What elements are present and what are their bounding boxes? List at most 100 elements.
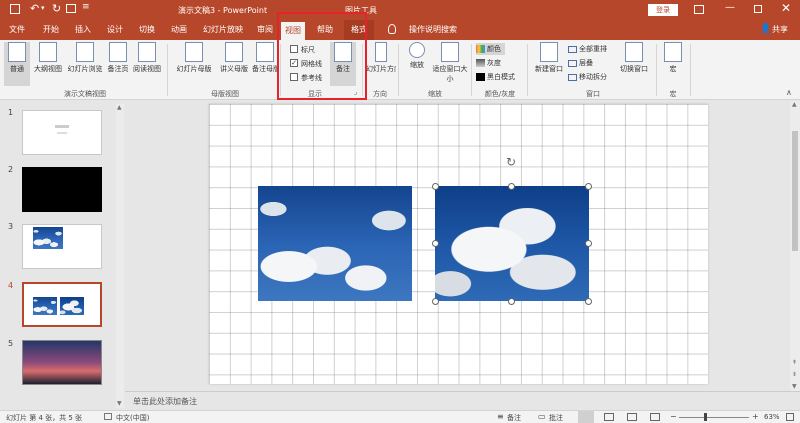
resize-handle-top-right[interactable] — [585, 183, 592, 190]
tab-review[interactable]: 审阅 — [252, 20, 278, 40]
grayscale-mode-button[interactable]: 灰度 — [476, 57, 501, 69]
slide-thumbnail-pane: 1 2 3 4 5 — [0, 101, 124, 410]
notes-toggle-icon[interactable]: ≡ — [497, 412, 504, 421]
spell-check-icon[interactable] — [104, 413, 112, 420]
slide-sorter-button[interactable]: 幻灯片浏览 — [66, 42, 104, 74]
editor-vertical-scrollbar[interactable]: ▲ ⇞ ⇟ ▼ — [790, 101, 800, 391]
notes-placeholder[interactable]: 单击此处添加备注 — [133, 396, 197, 407]
ribbon-display-options-icon[interactable] — [694, 5, 704, 14]
share-button[interactable]: 共享 — [770, 20, 790, 40]
notes-page-icon — [109, 42, 127, 62]
reading-view-button[interactable]: 阅读视图 — [132, 42, 162, 74]
slide-orientation-button[interactable]: 幻灯片方向 — [366, 42, 396, 74]
move-split-button[interactable]: 移动拆分 — [568, 71, 607, 83]
scrollbar-thumb[interactable] — [792, 131, 798, 251]
cloud-image-left[interactable] — [258, 186, 412, 301]
slide-thumbnail-4-selected[interactable] — [22, 282, 102, 327]
tab-slideshow[interactable]: 幻灯片放映 — [198, 20, 248, 40]
ribbon-tab-bar: 文件 开始 插入 设计 切换 动画 幻灯片放映 审阅 视图 帮助 格式 操作说明… — [0, 20, 800, 40]
new-window-button[interactable]: 新建窗口 — [532, 42, 566, 74]
cascade-button[interactable]: 层叠 — [568, 57, 593, 69]
statusbar-comments-button[interactable]: 批注 — [549, 413, 563, 423]
lightbulb-icon — [388, 24, 396, 34]
slide-sorter-status-icon[interactable] — [604, 413, 614, 421]
notes-pane[interactable]: 单击此处添加备注 — [125, 391, 800, 410]
resize-handle-bottom[interactable] — [508, 298, 515, 305]
tab-design[interactable]: 设计 — [102, 20, 128, 40]
tab-animations[interactable]: 动画 — [166, 20, 192, 40]
resize-handle-left[interactable] — [432, 240, 439, 247]
slide-canvas[interactable]: ↻ — [209, 104, 708, 384]
save-icon[interactable] — [10, 4, 20, 14]
scroll-up-icon[interactable]: ▲ — [117, 104, 122, 111]
reading-view-status-icon[interactable] — [627, 413, 637, 421]
thumbnail-number: 3 — [8, 222, 14, 231]
fit-to-window-button[interactable]: 适应窗口大小 — [432, 42, 468, 84]
zoom-slider-thumb[interactable] — [704, 413, 707, 421]
undo-dropdown-icon[interactable]: ▾ — [41, 4, 45, 12]
thumbnail-scrollbar[interactable]: ▲ ▼ — [116, 104, 124, 408]
thumbnail-title-placeholder — [55, 125, 69, 128]
black-white-mode-button[interactable]: 黑白模式 — [476, 71, 515, 83]
collapse-ribbon-icon[interactable]: ∧ — [786, 88, 792, 97]
arrange-all-button[interactable]: 全部重排 — [568, 43, 607, 55]
zoom-out-icon[interactable]: − — [670, 412, 677, 421]
zoom-in-icon[interactable]: + — [752, 412, 759, 421]
tell-me-search[interactable]: 操作说明搜索 — [403, 20, 463, 40]
tab-home[interactable]: 开始 — [38, 20, 64, 40]
customize-qat-icon[interactable]: ≡ — [82, 2, 90, 12]
macros-label: 宏 — [669, 65, 677, 73]
tab-insert[interactable]: 插入 — [70, 20, 96, 40]
resize-handle-bottom-left[interactable] — [432, 298, 439, 305]
color-mode-button[interactable]: 颜色 — [476, 43, 505, 55]
switch-window-button[interactable]: 切换窗口 — [616, 42, 652, 74]
restore-icon[interactable] — [754, 5, 762, 13]
next-slide-icon[interactable]: ⇟ — [792, 371, 797, 378]
normal-view-button[interactable]: 普通 — [4, 42, 30, 86]
slide-thumbnail-5[interactable] — [22, 340, 102, 385]
notes-master-icon — [256, 42, 274, 62]
black-white-mode-label: 黑白模式 — [487, 73, 515, 81]
slide-master-button[interactable]: 幻灯片母版 — [172, 42, 216, 74]
slide-thumbnail-3[interactable] — [22, 224, 102, 269]
annotation-highlight-box — [277, 12, 367, 100]
zoom-button[interactable]: 缩放 — [404, 42, 430, 70]
scroll-up-icon[interactable]: ▲ — [792, 101, 797, 108]
resize-handle-top[interactable] — [508, 183, 515, 190]
scroll-down-icon[interactable]: ▼ — [117, 400, 122, 407]
presenter-icon[interactable] — [66, 4, 76, 13]
cloud-image-right-selected[interactable] — [435, 186, 589, 301]
close-icon[interactable]: ✕ — [781, 1, 791, 15]
rotate-handle-icon[interactable]: ↻ — [506, 155, 516, 169]
fit-slide-icon[interactable] — [786, 413, 794, 421]
zoom-slider[interactable] — [679, 417, 749, 418]
login-button[interactable]: 登录 — [648, 4, 678, 16]
handout-master-button[interactable]: 讲义母版 — [217, 42, 251, 74]
normal-view-status-icon[interactable] — [578, 411, 594, 423]
resize-handle-right[interactable] — [585, 240, 592, 247]
undo-icon[interactable]: ↶ — [30, 2, 39, 15]
language-indicator[interactable]: 中文(中国) — [116, 413, 149, 423]
comments-icon[interactable]: ▭ — [538, 412, 546, 421]
notes-page-button[interactable]: 备注页 — [105, 42, 131, 74]
slideshow-status-icon[interactable] — [650, 413, 660, 421]
previous-slide-icon[interactable]: ⇞ — [792, 359, 797, 366]
tab-transitions[interactable]: 切换 — [134, 20, 160, 40]
notes-master-button[interactable]: 备注母版 — [252, 42, 278, 74]
cascade-icon — [568, 59, 577, 67]
new-window-icon — [540, 42, 558, 62]
outline-view-button[interactable]: 大纲视图 — [31, 42, 65, 74]
macros-button[interactable]: 宏 — [662, 42, 684, 74]
minimize-icon[interactable]: — — [725, 2, 735, 13]
slide-sorter-icon — [76, 42, 94, 62]
redo-icon[interactable]: ↻ — [52, 2, 61, 15]
tab-file[interactable]: 文件 — [4, 20, 30, 40]
resize-handle-bottom-right[interactable] — [585, 298, 592, 305]
slide-thumbnail-2[interactable] — [22, 167, 102, 212]
statusbar-notes-button[interactable]: 备注 — [507, 413, 521, 423]
slide-thumbnail-1[interactable] — [22, 110, 102, 155]
scroll-down-icon[interactable]: ▼ — [792, 383, 797, 390]
resize-handle-top-left[interactable] — [432, 183, 439, 190]
group-divider — [167, 44, 168, 96]
zoom-percentage[interactable]: 63% — [764, 413, 780, 421]
